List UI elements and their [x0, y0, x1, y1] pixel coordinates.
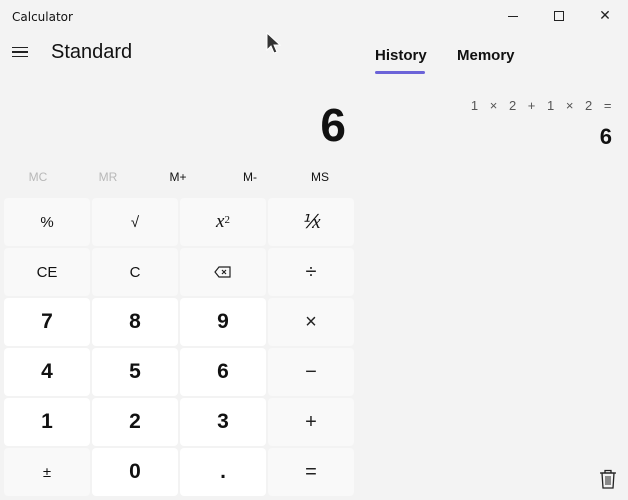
digit-6-button[interactable]: 6 — [180, 348, 266, 396]
multiply-button[interactable]: × — [268, 298, 354, 346]
digit-0-button[interactable]: 0 — [92, 448, 178, 496]
memory-store-button[interactable]: MS — [290, 170, 350, 184]
minimize-button[interactable] — [490, 0, 536, 32]
digit-1-button[interactable]: 1 — [4, 398, 90, 446]
digit-3-button[interactable]: 3 — [180, 398, 266, 446]
trash-icon[interactable] — [598, 468, 618, 490]
tab-history[interactable]: History — [375, 47, 427, 64]
square-exponent-label: 2 — [224, 214, 230, 226]
digit-5-button[interactable]: 5 — [92, 348, 178, 396]
minimize-icon — [508, 15, 518, 17]
digit-2-button[interactable]: 2 — [92, 398, 178, 446]
hamburger-icon[interactable] — [8, 38, 32, 66]
mouse-cursor-icon — [266, 32, 282, 54]
digit-7-button[interactable]: 7 — [4, 298, 90, 346]
digit-8-button[interactable]: 8 — [92, 298, 178, 346]
digit-4-button[interactable]: 4 — [4, 348, 90, 396]
maximize-button[interactable] — [536, 0, 582, 32]
divide-button[interactable]: ÷ — [268, 248, 354, 296]
square-base-label: x — [216, 211, 225, 232]
memory-add-button[interactable]: M+ — [148, 170, 208, 184]
title-bar: Calculator ✕ — [0, 0, 628, 34]
percent-button[interactable]: % — [4, 198, 90, 246]
close-icon: ✕ — [599, 8, 611, 24]
square-button[interactable]: x2 — [180, 198, 266, 246]
result-display: 6 — [320, 99, 346, 151]
minus-button[interactable]: − — [268, 348, 354, 396]
maximize-icon — [554, 11, 564, 21]
history-result[interactable]: 6 — [600, 124, 612, 150]
memory-recall-button[interactable]: MR — [78, 170, 138, 184]
close-button[interactable]: ✕ — [582, 0, 628, 32]
keypad: % √ x2 ⅟x CE C ÷ 7 8 9 × 4 5 6 − 1 2 3 +… — [4, 198, 354, 496]
active-tab-indicator — [375, 71, 425, 74]
square-root-button[interactable]: √ — [92, 198, 178, 246]
backspace-button[interactable] — [180, 248, 266, 296]
plus-button[interactable]: + — [268, 398, 354, 446]
window-title: Calculator — [12, 10, 73, 24]
decimal-button[interactable]: . — [180, 448, 266, 496]
history-expression[interactable]: 1 × 2 + 1 × 2 = — [471, 98, 612, 113]
digit-9-button[interactable]: 9 — [180, 298, 266, 346]
equals-button[interactable]: = — [268, 448, 354, 496]
reciprocal-button[interactable]: ⅟x — [268, 198, 354, 246]
tab-memory[interactable]: Memory — [457, 47, 515, 64]
memory-subtract-button[interactable]: M- — [220, 170, 280, 184]
negate-button[interactable]: ± — [4, 448, 90, 496]
memory-row: MC MR M+ M- MS — [0, 170, 356, 192]
clear-button[interactable]: C — [92, 248, 178, 296]
memory-clear-button[interactable]: MC — [8, 170, 68, 184]
backspace-icon — [214, 266, 231, 278]
clear-entry-button[interactable]: CE — [4, 248, 90, 296]
page-title: Standard — [51, 41, 133, 63]
